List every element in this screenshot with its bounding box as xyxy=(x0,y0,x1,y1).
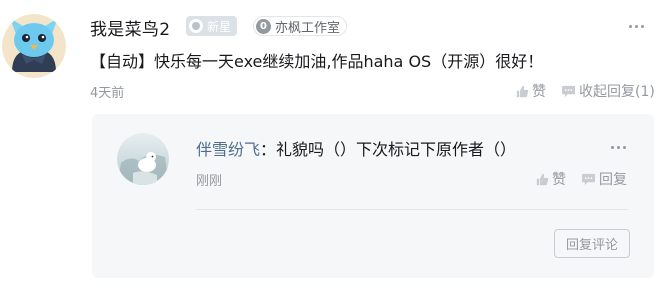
reply-username[interactable]: 伴雪纷飞 xyxy=(196,140,260,159)
username[interactable]: 我是菜鸟2 xyxy=(90,15,170,40)
studio-name: 亦枫工作室 xyxy=(275,20,341,36)
reply-content: 伴雪纷飞：礼貌吗（）下次标记下原作者（） xyxy=(196,136,516,160)
more-dots-icon[interactable] xyxy=(629,25,644,28)
reply-like-label: 赞 xyxy=(552,172,566,188)
like-label: 赞 xyxy=(532,84,546,100)
reply-avatar[interactable] xyxy=(117,133,169,185)
divider xyxy=(196,209,628,210)
speech-bubble-icon xyxy=(562,85,575,97)
reply-time: 刚刚 xyxy=(196,174,223,189)
thumbs-up-icon xyxy=(536,173,549,185)
avatar-bird-image xyxy=(2,14,66,78)
reply-separator: ： xyxy=(260,140,277,159)
comment-text: 【自动】快乐每一天exe继续加油,作品haha OS（开源）很好！ xyxy=(90,52,544,71)
badge-new-label: 新星 xyxy=(207,19,232,34)
studio-level-icon: 0 xyxy=(256,18,271,34)
more-dots-icon[interactable] xyxy=(611,146,626,149)
studio-badge[interactable]: 0 亦枫工作室 xyxy=(253,16,348,36)
fold-reply-label: 收起回复(1) xyxy=(579,84,655,100)
reply-like-button[interactable]: 赞 xyxy=(536,169,566,189)
reply-reply-button[interactable]: 回复 xyxy=(581,169,627,189)
newcomer-badge: 新星 xyxy=(186,16,238,36)
speech-bubble-icon xyxy=(582,173,595,185)
avatar[interactable] xyxy=(2,14,66,78)
reply-comment-button[interactable]: 回复评论 xyxy=(554,229,630,258)
reply-text: 礼貌吗（）下次标记下原作者（） xyxy=(276,140,517,159)
thumbs-up-icon xyxy=(516,85,529,97)
badge-dot-icon xyxy=(189,19,203,33)
reply-avatar-image xyxy=(117,133,169,185)
fold-reply-button[interactable]: 收起回复(1) xyxy=(561,81,655,101)
comment-time: 4天前 xyxy=(90,86,125,101)
like-button[interactable]: 赞 xyxy=(516,81,546,101)
reply-reply-label: 回复 xyxy=(599,172,627,188)
